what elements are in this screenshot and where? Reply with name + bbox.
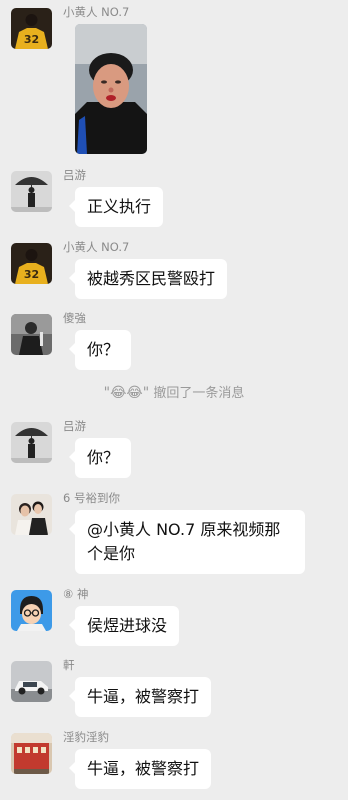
recall-text: 撤回了一条消息 — [149, 386, 245, 401]
message-bubble[interactable]: 你？ — [68, 438, 132, 478]
photo-image — [75, 24, 147, 154]
message-bubble[interactable]: 牛逼，被警察打 — [68, 677, 212, 717]
recall-notice: "😂😂" 撤回了一条消息 — [0, 382, 348, 401]
avatar[interactable] — [11, 661, 52, 702]
umbrella-figure-avatar-icon — [11, 171, 52, 212]
avatar[interactable] — [11, 590, 52, 631]
avatar[interactable]: 32 — [11, 243, 52, 284]
image-message[interactable] — [75, 24, 147, 154]
sender-name: 小黄人 NO.7 — [63, 5, 130, 19]
avatar[interactable] — [11, 422, 52, 463]
message-bubble[interactable]: 被越秀区民警殴打 — [68, 259, 228, 299]
sender-name: 軒 — [63, 658, 75, 672]
sender-name: ⑧ 神 — [63, 587, 89, 601]
cartoon-glasses-avatar-icon — [11, 590, 52, 631]
message-bubble[interactable]: 正义执行 — [68, 187, 164, 227]
sender-name: 吕游 — [63, 419, 86, 433]
message-bubble[interactable]: @小黄人 NO.7 原来视频那个是你 — [69, 510, 305, 574]
recalled-emoji: "😂😂" — [103, 385, 150, 401]
umbrella-figure-avatar-icon — [11, 422, 52, 463]
dark-figure-avatar-icon — [11, 314, 52, 355]
svg-text:32: 32 — [24, 33, 39, 46]
building-avatar-icon — [11, 733, 52, 774]
avatar[interactable] — [11, 494, 52, 535]
avatar[interactable]: 32 — [11, 8, 52, 49]
sender-name: 6 号裕到你 — [63, 491, 120, 505]
jersey-32-avatar-icon: 32 — [11, 8, 52, 49]
avatar[interactable] — [11, 314, 52, 355]
avatar[interactable] — [11, 171, 52, 212]
message-bubble[interactable]: 牛逼，被警察打 — [68, 749, 212, 789]
sender-name: 小黄人 NO.7 — [63, 240, 130, 254]
message-bubble[interactable]: 侯煜进球没 — [68, 606, 180, 646]
message-bubble[interactable]: 你？ — [68, 330, 132, 370]
jersey-32-avatar-icon: 32 — [11, 243, 52, 284]
avatar[interactable] — [11, 733, 52, 774]
couple-avatar-icon — [11, 494, 52, 535]
sender-name: 傻強 — [63, 311, 86, 325]
car-avatar-icon — [11, 661, 52, 702]
sender-name: 吕游 — [63, 168, 86, 182]
sender-name: 淫豹淫豹 — [63, 730, 109, 744]
svg-text:32: 32 — [24, 268, 39, 281]
